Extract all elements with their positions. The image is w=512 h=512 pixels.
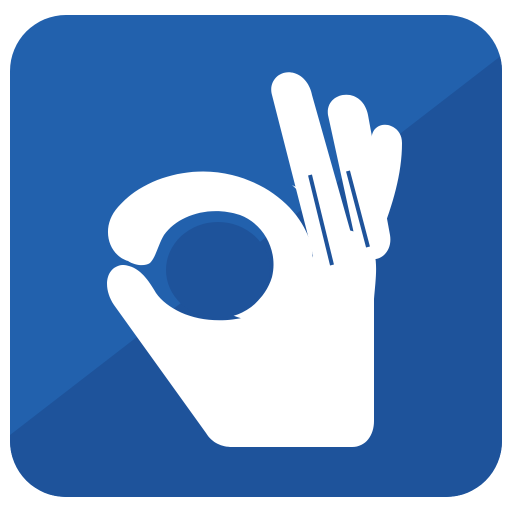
ok-hand-app-icon[interactable] [10, 15, 502, 497]
icon-canvas [0, 0, 512, 512]
ring-hole [166, 222, 270, 318]
